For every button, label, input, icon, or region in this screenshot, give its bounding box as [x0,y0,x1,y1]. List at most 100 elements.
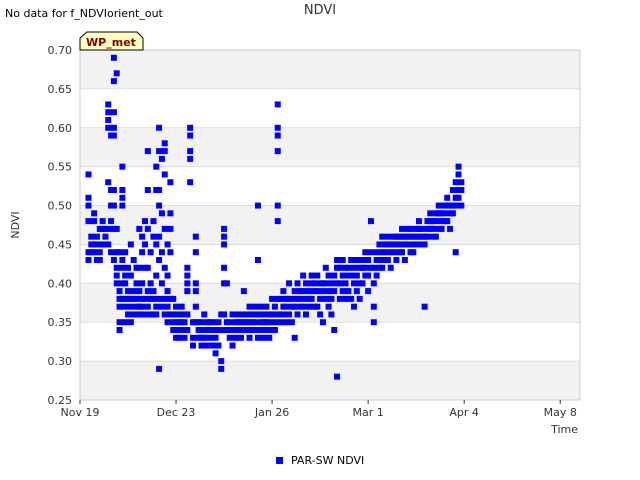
data-point [139,233,146,240]
data-point [91,210,98,217]
data-point [226,319,233,326]
data-point [432,218,439,225]
data-point [136,311,143,318]
data-point [353,288,360,295]
data-point [415,218,422,225]
data-point [130,257,137,263]
data-point [127,241,134,248]
data-point [254,257,261,263]
data-point [314,272,321,279]
data-point [119,202,126,209]
data-point [322,295,329,302]
data-point [181,319,188,326]
data-point [189,334,196,341]
data-point [263,303,270,310]
data-point [399,225,406,232]
data-point [345,264,352,271]
y-tick-label: 0.65 [48,83,73,96]
data-point [404,241,411,248]
data-point [161,295,168,302]
data-point [317,295,324,302]
data-point [141,218,148,225]
data-point [110,187,117,193]
data-point [96,257,103,263]
data-point [314,288,321,295]
data-point [221,241,228,248]
data-point [85,194,92,201]
data-point [209,319,216,326]
data-point [283,303,290,310]
data-point [274,202,281,209]
data-point [113,280,120,287]
data-point [184,327,191,333]
data-point [105,101,112,108]
data-point [136,225,143,232]
y-axis-label: NDVI [9,211,22,238]
data-point [99,241,106,248]
data-point [319,319,326,326]
data-point [147,280,154,287]
data-point [164,303,171,310]
data-point [252,303,259,310]
data-point [410,249,417,256]
data-point [85,218,92,225]
data-point [119,194,126,201]
data-point [153,163,160,170]
data-point [122,249,129,256]
data-point [359,280,366,287]
x-axis-label: Time [550,423,578,436]
data-point [110,78,117,85]
data-point [370,303,377,310]
data-point [325,288,332,295]
data-point [291,288,298,295]
data-point [156,257,163,263]
data-point [331,288,338,295]
data-point [336,280,343,287]
data-point [314,303,321,310]
data-point [221,233,228,240]
data-point [252,319,259,326]
data-point [116,249,123,256]
data-point [164,272,171,279]
data-point [161,225,168,232]
data-point [201,311,208,318]
data-point [153,272,160,279]
data-point [116,288,123,295]
data-point [108,218,115,225]
data-point [164,319,171,326]
data-point [263,327,270,333]
data-point [269,295,276,302]
x-axis-ticks: Nov 19 Dec 23 Jan 26 Mar 1 Apr 4 May 8 [61,400,577,419]
data-point [187,132,194,139]
data-point [144,148,151,155]
data-point [308,272,315,279]
data-point [139,249,146,256]
data-point [192,288,199,295]
data-point [238,334,245,341]
data-point [130,288,137,295]
x-tick-label: Dec 23 [157,406,196,419]
data-point [204,342,211,349]
data-point [376,257,383,263]
data-point [384,233,391,240]
data-point [113,264,120,271]
data-point [277,295,284,302]
data-point [113,70,120,77]
data-point [362,264,369,271]
data-point [130,311,137,318]
data-point [452,202,459,209]
data-point [150,288,157,295]
data-point [218,327,225,333]
data-point [435,202,442,209]
data-point [125,264,132,271]
data-point [93,233,100,240]
data-point [96,249,103,256]
data-point [156,295,163,302]
data-point [144,288,151,295]
data-point [246,334,253,341]
data-point [305,303,312,310]
data-point [93,241,100,248]
y-tick-label: 0.70 [48,44,73,57]
data-point [184,272,191,279]
data-point [125,288,132,295]
